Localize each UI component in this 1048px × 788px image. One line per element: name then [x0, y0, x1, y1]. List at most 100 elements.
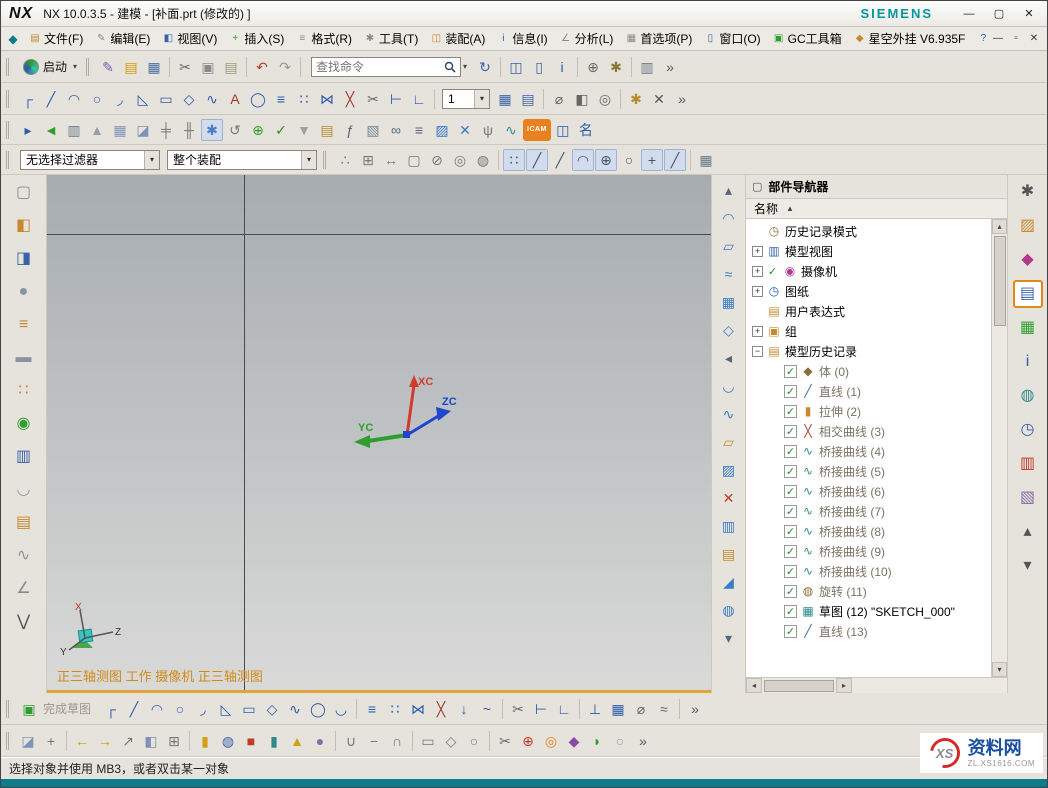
- tree-item-sketch-12[interactable]: ✓▦草图 (12) "SKETCH_000": [746, 601, 991, 621]
- fill-surface-icon[interactable]: ◍: [717, 599, 741, 621]
- attributes-icon[interactable]: ≡: [408, 119, 430, 141]
- chevron-down-icon[interactable]: ▾: [463, 62, 467, 71]
- undo-icon[interactable]: ↶: [251, 56, 273, 78]
- no-selection-icon[interactable]: ⊘: [426, 149, 448, 171]
- reuse-library-icon[interactable]: ▦: [1014, 315, 1042, 341]
- line-icon[interactable]: ╱: [40, 88, 62, 110]
- scroll-up-button[interactable]: ▴: [992, 219, 1007, 234]
- tree-item-user-expressions[interactable]: ▤用户表达式: [746, 301, 991, 321]
- n-sided-icon[interactable]: ◇: [717, 319, 741, 341]
- snap-point-icon[interactable]: ∴: [334, 149, 356, 171]
- pattern-curve-icon[interactable]: ∷: [384, 698, 406, 720]
- menu-item-9[interactable]: ∠分析(L): [554, 28, 620, 49]
- tree-item-model-views[interactable]: +▥模型视图: [746, 241, 991, 261]
- web-browser-icon[interactable]: ◍: [1014, 383, 1042, 409]
- redo-icon[interactable]: ↷: [274, 56, 296, 78]
- conic-icon[interactable]: ◡: [330, 698, 352, 720]
- finish-sketch-icon[interactable]: ▣: [18, 698, 40, 720]
- print-icon[interactable]: ▥: [636, 56, 658, 78]
- tree-item-drawings[interactable]: +◷图纸: [746, 281, 991, 301]
- animate-dimension-icon[interactable]: ≈: [653, 698, 675, 720]
- toolbar-grip[interactable]: [6, 732, 11, 750]
- auto-constrain-icon[interactable]: ▦: [607, 698, 629, 720]
- tree-item-history-mode[interactable]: ◷历史记录模式: [746, 221, 991, 241]
- shaded-sphere-icon[interactable]: ●: [11, 280, 37, 304]
- analysis-comb-icon[interactable]: ψ: [477, 119, 499, 141]
- mirror-curve-icon[interactable]: ⋈: [407, 698, 429, 720]
- sew-icon[interactable]: ▥: [717, 515, 741, 537]
- move-object-icon[interactable]: ↺: [224, 119, 246, 141]
- trimmed-sheet-icon[interactable]: ▨: [717, 459, 741, 481]
- scroll-left-button[interactable]: ◂: [746, 678, 762, 693]
- feature-checkbox[interactable]: ✓: [784, 505, 797, 518]
- snap-slash-icon[interactable]: ╱: [664, 149, 686, 171]
- thicken-icon[interactable]: ▤: [717, 543, 741, 565]
- menu-item-5[interactable]: ≡格式(R): [290, 28, 358, 49]
- fillet-icon[interactable]: ◞: [109, 88, 131, 110]
- tree-item-model-history[interactable]: −▤模型历史记录: [746, 341, 991, 361]
- menu-item-8[interactable]: i信息(I): [491, 28, 553, 49]
- menu-item-6[interactable]: ✱工具(T): [358, 28, 424, 49]
- feature-checkbox[interactable]: ✓: [784, 605, 797, 618]
- mdi-restore-button[interactable]: ▫: [1007, 33, 1025, 44]
- expand-toggle[interactable]: +: [752, 286, 763, 297]
- menu-item-10[interactable]: ▦首选项(P): [619, 28, 698, 49]
- iso-cube-icon[interactable]: ◧: [11, 214, 37, 238]
- offset-curve-icon[interactable]: ≡: [361, 698, 383, 720]
- tree-item-intersection-curve-3[interactable]: ✓╳相交曲线 (3): [746, 421, 991, 441]
- icam-icon[interactable]: ICAM: [523, 119, 551, 141]
- measure-distance-icon[interactable]: ⌀: [548, 88, 570, 110]
- quick-extend-icon[interactable]: ⊢: [385, 88, 407, 110]
- unite-icon[interactable]: ∪: [340, 730, 362, 752]
- dashed-rect-icon[interactable]: ▢: [403, 149, 425, 171]
- graphics-viewport[interactable]: XC YC ZC X Y Z 正三轴测图 工作 摄像机 正三轴测图: [47, 175, 711, 693]
- sew-tool-icon[interactable]: ▨: [431, 119, 453, 141]
- modeling-more-icon[interactable]: »: [632, 730, 654, 752]
- derived-line-icon[interactable]: ~: [476, 698, 498, 720]
- tree-item-bridge-curve-7[interactable]: ✓∿桥接曲线 (7): [746, 501, 991, 521]
- tree-item-groups[interactable]: +▣组: [746, 321, 991, 341]
- tree-item-line-1[interactable]: ✓╱直线 (1): [746, 381, 991, 401]
- ball-snap-icon[interactable]: ◎: [449, 149, 471, 171]
- menu-item-3[interactable]: ◧视图(V): [156, 28, 223, 49]
- tree-item-bridge-curve-4[interactable]: ✓∿桥接曲线 (4): [746, 441, 991, 461]
- scroll-right-button[interactable]: ▸: [836, 678, 852, 693]
- show-constraints-icon[interactable]: ⌀: [630, 698, 652, 720]
- feature-checkbox[interactable]: ✓: [784, 545, 797, 558]
- grid-plus-icon[interactable]: ⊞: [357, 149, 379, 171]
- profile-icon[interactable]: ┌: [100, 698, 122, 720]
- mirror-curve-icon[interactable]: ⋈: [316, 88, 338, 110]
- make-corner-icon[interactable]: ∟: [553, 698, 575, 720]
- menu-item-4[interactable]: +插入(S): [223, 28, 290, 49]
- check-ok-icon[interactable]: ✓: [270, 119, 292, 141]
- sweep-curve-icon[interactable]: ∿: [717, 403, 741, 425]
- customize-icon[interactable]: ✱: [605, 56, 627, 78]
- books-icon[interactable]: ▥: [11, 445, 37, 469]
- intersect-icon[interactable]: ∩: [386, 730, 408, 752]
- leaf-green-icon[interactable]: ◗: [586, 730, 608, 752]
- toolbar-grip[interactable]: [6, 58, 11, 76]
- quick-trim-icon[interactable]: ✂: [507, 698, 529, 720]
- quick-trim-icon[interactable]: ✂: [362, 88, 384, 110]
- chevron-down-icon[interactable]: ▾: [301, 151, 316, 169]
- tree-item-bridge-curve-5[interactable]: ✓∿桥接曲线 (5): [746, 461, 991, 481]
- studio-spline-icon[interactable]: ∿: [284, 698, 306, 720]
- menu-item-12[interactable]: ▣GC工具箱: [767, 28, 848, 49]
- toolbar-grip[interactable]: [6, 90, 11, 108]
- tree-item-line-13[interactable]: ✓╱直线 (13): [746, 621, 991, 641]
- cut-icon[interactable]: ✂: [174, 56, 196, 78]
- menu-item-7[interactable]: ◫装配(A): [424, 28, 491, 49]
- cone-icon[interactable]: ▲: [286, 730, 308, 752]
- info-window-icon[interactable]: i: [551, 56, 573, 78]
- polygon-icon[interactable]: ◇: [261, 698, 283, 720]
- top-cube-icon[interactable]: ◨: [11, 247, 37, 271]
- pattern-curve-icon[interactable]: ∷: [293, 88, 315, 110]
- chevron-down-icon[interactable]: ▾: [474, 90, 489, 108]
- minimize-button[interactable]: —: [959, 6, 979, 22]
- tree-item-body-0[interactable]: ✓◆体 (0): [746, 361, 991, 381]
- expand-toggle[interactable]: +: [752, 326, 763, 337]
- sphere-icon[interactable]: ●: [309, 730, 331, 752]
- tree-item-bridge-curve-10[interactable]: ✓∿桥接曲线 (10): [746, 561, 991, 581]
- snap-center-icon[interactable]: ⊕: [595, 149, 617, 171]
- quick-extend-icon[interactable]: ⊢: [530, 698, 552, 720]
